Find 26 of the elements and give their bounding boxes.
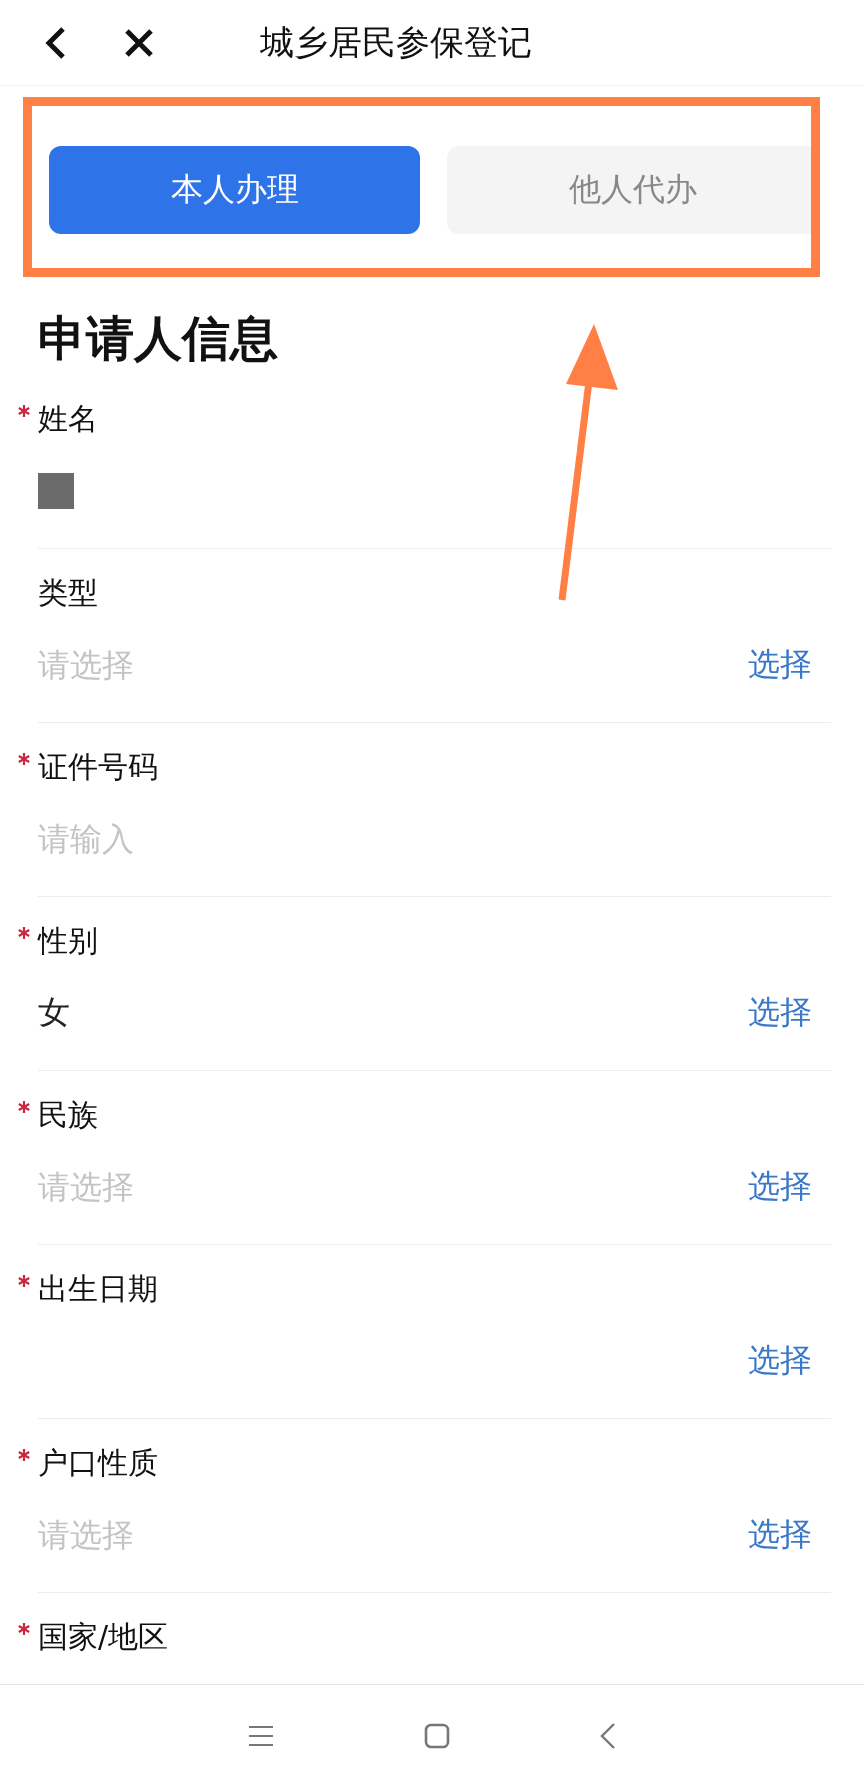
field-label: 出生日期 [38, 1269, 158, 1308]
field-label: 姓名 [38, 399, 98, 438]
field-label: 民族 [38, 1095, 98, 1134]
select-link[interactable]: 选择 [748, 1513, 812, 1557]
back-icon[interactable] [44, 25, 66, 60]
field-label: 证件号码 [38, 747, 158, 786]
field-label: 类型 [38, 573, 98, 612]
field-label: 国家/地区 [38, 1617, 169, 1656]
select-field[interactable]: 请选择 [38, 1516, 748, 1554]
select-link[interactable]: 选择 [748, 643, 812, 687]
home-icon[interactable] [424, 1723, 450, 1749]
select-link[interactable]: 选择 [748, 991, 812, 1035]
tab[interactable]: 他人代办 [447, 146, 811, 234]
select-field[interactable]: 女 [38, 994, 748, 1032]
select-link[interactable]: 选择 [748, 1339, 812, 1383]
field-label: 性别 [38, 921, 98, 960]
section-title: 申请人信息 [38, 309, 279, 368]
tab[interactable]: 本人办理 [49, 146, 420, 234]
select-field[interactable]: 请选择 [38, 1168, 748, 1206]
menu-icon[interactable] [248, 1725, 274, 1747]
page-title: 城乡居民参保登记 [260, 20, 532, 64]
select-link[interactable]: 选择 [748, 1165, 812, 1209]
select-field[interactable]: 请选择 [38, 646, 748, 684]
close-icon[interactable] [124, 27, 154, 58]
field-label: 户口性质 [38, 1443, 158, 1482]
input-field[interactable]: 请输入 [38, 820, 831, 858]
